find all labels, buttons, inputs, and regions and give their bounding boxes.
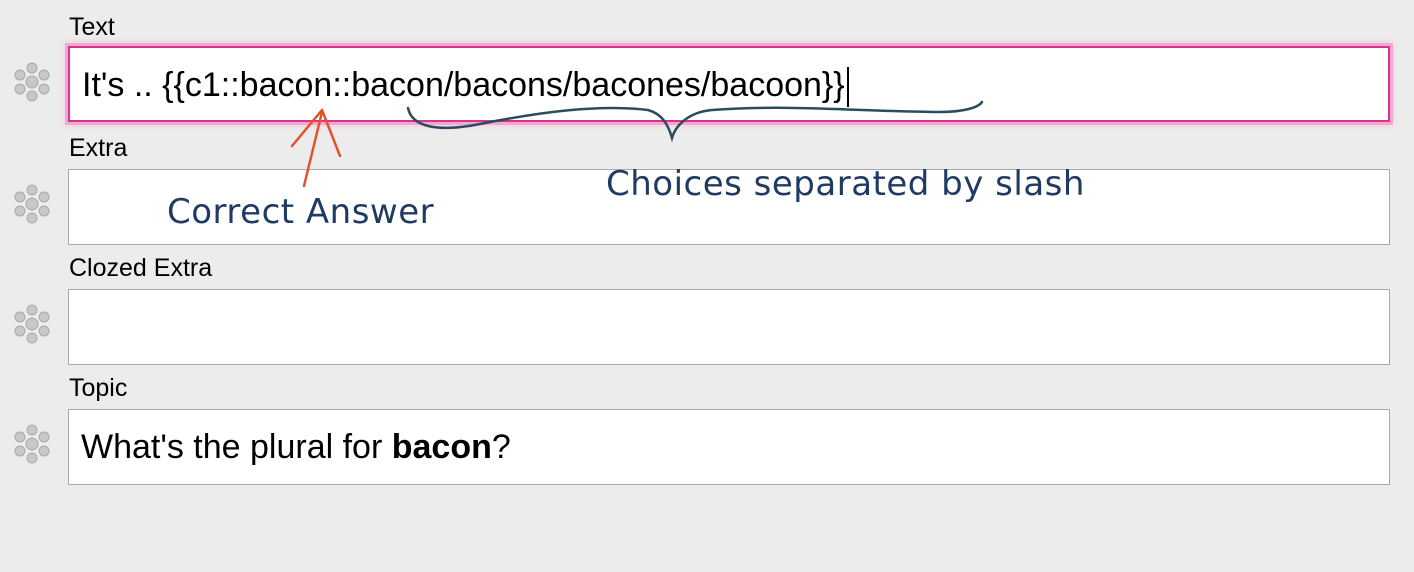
- correct-answer-annotation: Correct Answer: [167, 192, 435, 232]
- sticky-toggle-icon[interactable]: [10, 302, 54, 346]
- text-caret: [846, 67, 849, 108]
- field-label-extra: Extra: [69, 134, 128, 162]
- topic-field-input[interactable]: What's the plural for bacon?: [68, 409, 1390, 485]
- text-field-value: It's .. {{c1::bacon::bacon/bacons/bacone…: [82, 66, 845, 104]
- text-field-input[interactable]: It's .. {{c1::bacon::bacon/bacons/bacone…: [68, 46, 1390, 122]
- topic-field-value-suffix: ?: [491, 428, 511, 466]
- topic-field-value-bold: bacon: [391, 428, 492, 466]
- field-label-clozed-extra: Clozed Extra: [69, 254, 213, 282]
- field-label-topic: Topic: [69, 374, 128, 402]
- sticky-toggle-icon[interactable]: [10, 422, 54, 466]
- field-label-text: Text: [69, 13, 115, 41]
- sticky-toggle-icon[interactable]: [10, 60, 54, 104]
- sticky-toggle-icon[interactable]: [10, 182, 54, 226]
- topic-field-value-prefix: What's the plural for: [81, 428, 392, 466]
- choices-annotation: Choices separated by slash: [606, 164, 1085, 204]
- clozed-extra-field-input[interactable]: [68, 289, 1390, 365]
